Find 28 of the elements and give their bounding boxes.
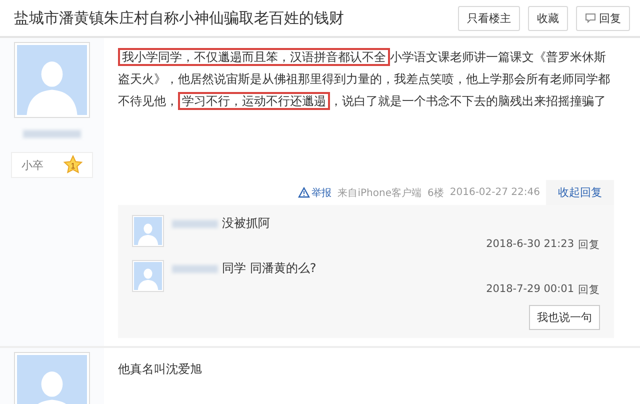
rank-label: 小卒 bbox=[22, 158, 44, 172]
avatar-icon bbox=[14, 42, 90, 118]
header-button[interactable]: 只看楼主 bbox=[458, 6, 520, 30]
post-text: 他真名叫沈爱旭 bbox=[118, 361, 203, 378]
header-button[interactable]: 回复 bbox=[576, 6, 630, 30]
reply-text: 同学 同潘黄的么? bbox=[222, 260, 316, 277]
avatar-icon bbox=[132, 260, 164, 292]
warning-icon bbox=[298, 187, 310, 198]
blurred-username bbox=[172, 220, 218, 228]
level-star-icon: 1 bbox=[62, 155, 82, 175]
blurred-username bbox=[172, 264, 218, 272]
add-reply-button[interactable]: 我也说一句 bbox=[529, 305, 600, 330]
reply-time: 2018-7-29 00:01 bbox=[486, 283, 574, 297]
reply-link[interactable]: 回复 bbox=[578, 283, 600, 297]
reply-time: 2018-6-30 21:23 bbox=[486, 238, 574, 252]
reply-link[interactable]: 回复 bbox=[578, 238, 600, 252]
blurred-username bbox=[23, 130, 81, 138]
floor-number: 6楼 bbox=[428, 186, 444, 200]
header-button[interactable]: 收藏 bbox=[528, 6, 568, 30]
post-time: 2016-02-27 22:46 bbox=[450, 187, 540, 198]
client-source: 来自iPhone客户端 bbox=[338, 186, 422, 200]
thread-title: 盐城市潘黄镇朱庄村自称小神仙骗取老百姓的钱财 bbox=[14, 8, 344, 28]
report-link[interactable]: 举报 bbox=[298, 186, 332, 200]
collapse-replies-tab[interactable]: 收起回复 bbox=[546, 180, 614, 205]
reply-text: 没被抓阿 bbox=[222, 215, 270, 232]
post-text: 我小学同学，不仅邋遢而且笨，汉语拼音都认不全 小学语文课老师讲一篇课文《普罗米休斯盗天火》，他居然说宙斯是从佛祖那里得到力量的，我差点笑喷，他上学那会所有老师同学都不待见他， 学习不行，运动不行还邋遢 ，说白了就是一个书念不下去的脑残出来招摇撞骗了 bbox=[118, 47, 611, 112]
speech-bubble-icon bbox=[585, 13, 596, 23]
avatar-icon bbox=[132, 215, 164, 247]
